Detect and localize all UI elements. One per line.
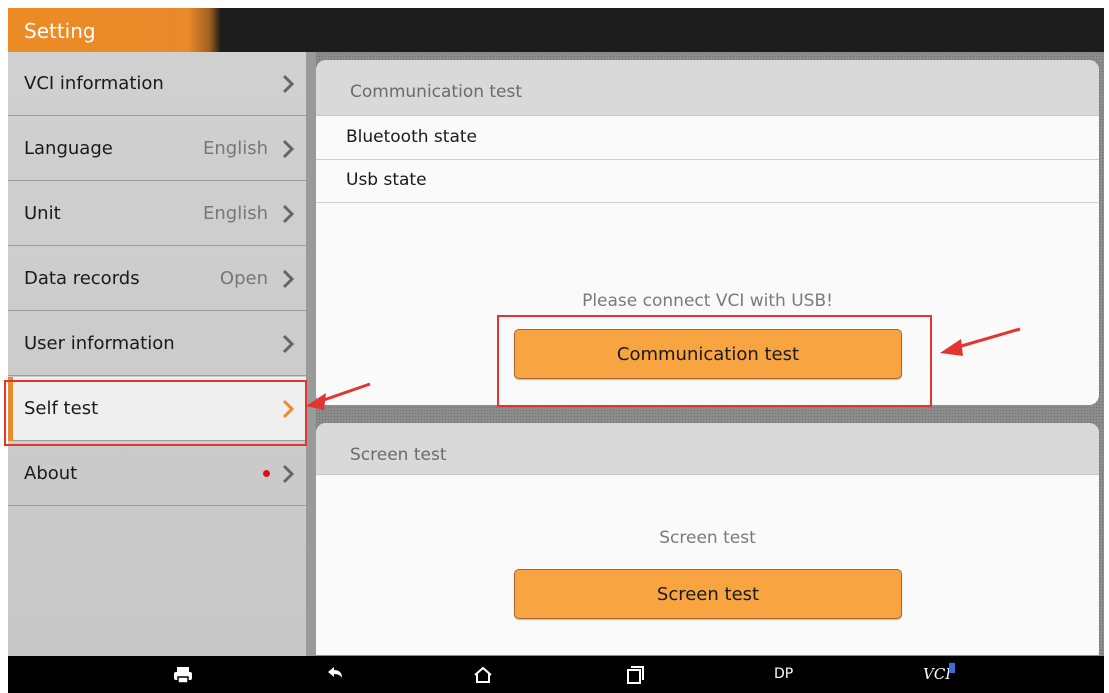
sidebar-item-value: English xyxy=(203,138,268,159)
vci-status-icon xyxy=(949,663,955,673)
panel-divider xyxy=(306,52,316,656)
home-icon[interactable] xyxy=(472,664,494,686)
bluetooth-state-row[interactable]: Bluetooth state xyxy=(316,117,1099,160)
title-tab: Setting xyxy=(8,8,220,52)
chevron-right-icon xyxy=(282,334,294,354)
row-label: Usb state xyxy=(346,170,427,190)
sidebar-item-label: Unit xyxy=(24,203,61,224)
annotation-box-self-test xyxy=(4,380,307,446)
connect-hint: Please connect VCI with USB! xyxy=(582,291,833,311)
card-header: Communication test xyxy=(316,60,1099,116)
title-bar: Setting xyxy=(8,8,1104,52)
card-title: Screen test xyxy=(350,445,447,465)
chevron-right-icon xyxy=(282,204,294,224)
card-header: Screen test xyxy=(316,423,1099,475)
sidebar-item-unit[interactable]: Unit English xyxy=(8,182,306,246)
sidebar-item-value: Open xyxy=(219,268,268,289)
row-label: Bluetooth state xyxy=(346,127,477,147)
chevron-right-icon xyxy=(282,269,294,289)
sidebar-item-data-records[interactable]: Data records Open xyxy=(8,247,306,311)
vci-label[interactable]: VCI xyxy=(923,665,951,683)
printer-icon[interactable] xyxy=(172,664,194,686)
usb-state-row[interactable]: Usb state xyxy=(316,160,1099,203)
dp-label[interactable]: DP xyxy=(774,666,793,682)
sidebar-item-label: Language xyxy=(24,138,113,159)
sidebar-item-label: VCI information xyxy=(24,73,164,94)
settings-sidebar: VCI information Language English Unit En… xyxy=(8,52,306,656)
sidebar-item-user-information[interactable]: User information xyxy=(8,312,306,376)
chevron-right-icon xyxy=(282,464,294,484)
screen-test-card: Screen test Screen test Screen test xyxy=(316,423,1099,655)
screen-test-button[interactable]: Screen test xyxy=(514,569,902,619)
sidebar-item-label: User information xyxy=(24,333,175,354)
notification-dot xyxy=(263,470,270,477)
annotation-box-communication-button xyxy=(497,315,932,407)
page-title: Setting xyxy=(24,19,96,43)
sidebar-item-about[interactable]: About xyxy=(8,442,306,506)
sidebar-item-label: About xyxy=(24,463,78,484)
annotation-arrow-icon xyxy=(306,382,371,410)
annotation-arrow-icon xyxy=(940,327,1021,356)
sidebar-item-label: Data records xyxy=(24,268,140,289)
sidebar-item-value: English xyxy=(203,203,268,224)
chevron-right-icon xyxy=(282,74,294,94)
chevron-right-icon xyxy=(282,139,294,159)
back-icon[interactable] xyxy=(324,664,346,686)
system-nav-bar: DP VCI xyxy=(8,656,1104,693)
sidebar-item-language[interactable]: Language English xyxy=(8,117,306,181)
sidebar-item-vci-information[interactable]: VCI information xyxy=(8,52,306,116)
card-title: Communication test xyxy=(350,82,523,102)
recents-icon[interactable] xyxy=(624,664,646,686)
screen-test-hint: Screen test xyxy=(659,528,756,548)
